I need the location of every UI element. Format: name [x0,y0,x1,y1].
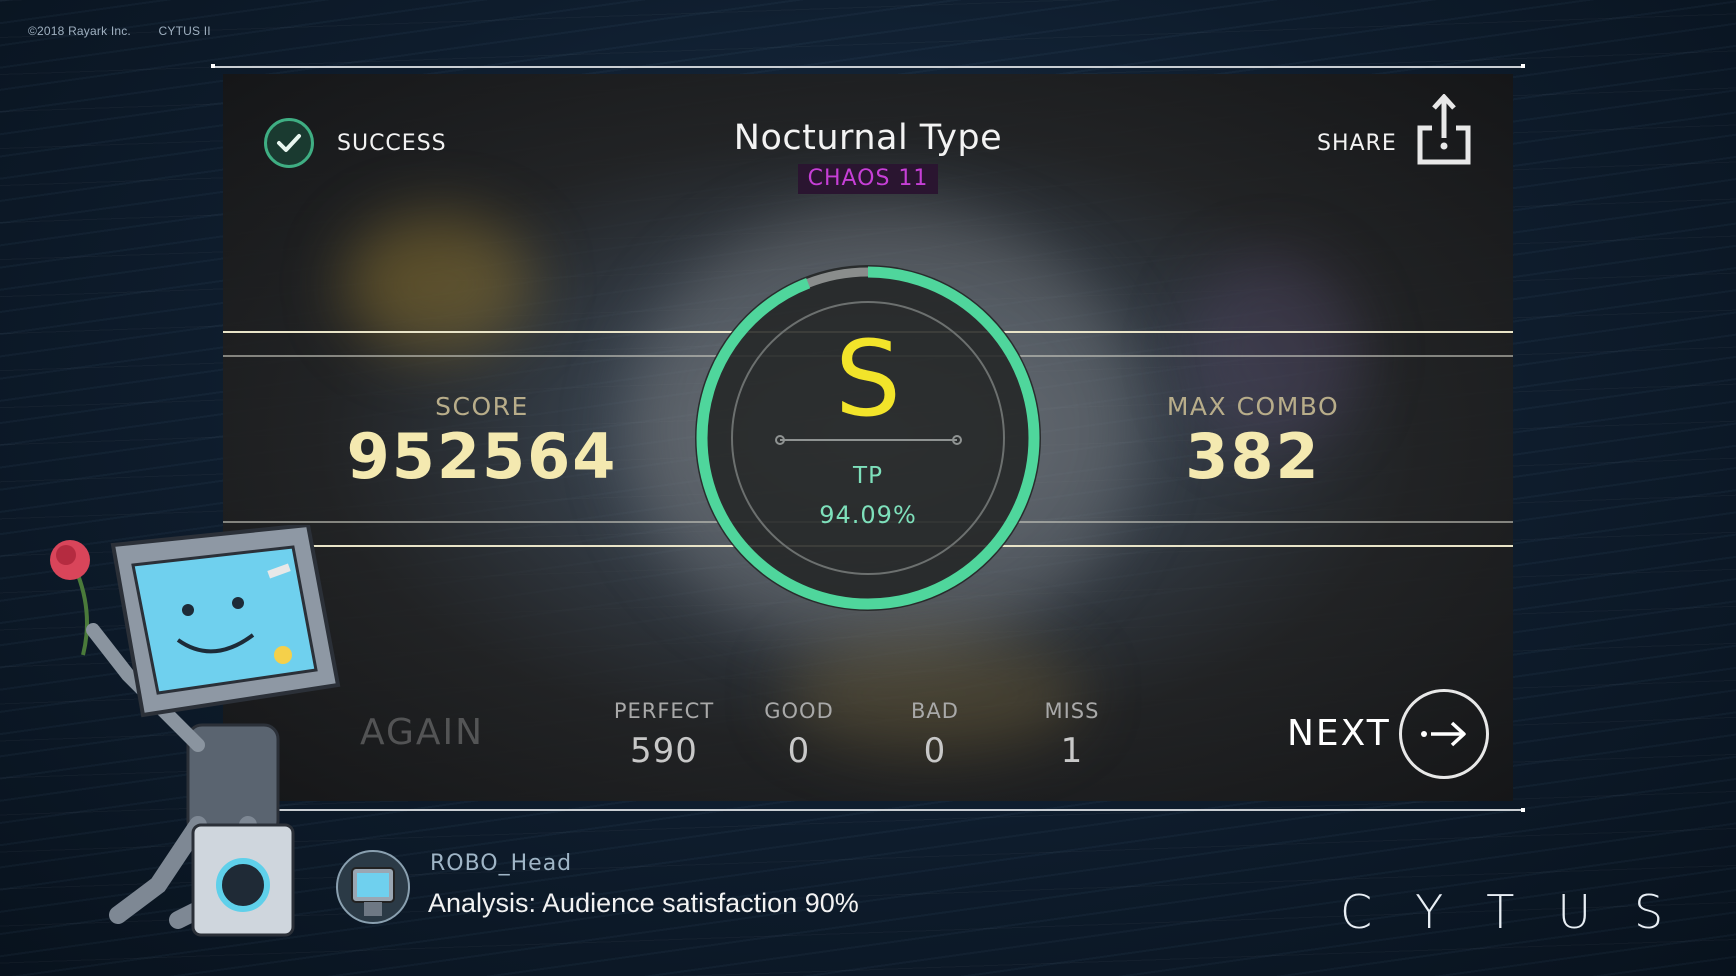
judgement-label: PERFECT [613,699,715,723]
speaker-avatar [336,850,410,924]
judgement-value: 1 [1060,731,1084,771]
dialog-message: Analysis: Audience satisfaction 90% [428,888,859,918]
logo-letter: S [1634,885,1664,939]
copyright-game: CYTUS II [158,24,211,38]
judgement-value: 0 [787,731,811,771]
judgement-good: GOOD 0 [739,699,859,771]
copyright-text: ©2018 Rayark Inc. CYTUS II [28,24,235,38]
logo-letter: Y [1415,885,1444,939]
logo-letter: T [1486,885,1515,939]
judgement-label: BAD [911,699,959,723]
song-title: Nocturnal Type [733,118,1003,158]
next-button[interactable] [1399,689,1489,779]
frame-dot [1521,64,1525,68]
difficulty-badge: CHAOS 11 [797,164,939,194]
judgement-label: MISS [1044,699,1100,723]
judgement-perfect: PERFECT 590 [604,699,724,771]
next-label[interactable]: NEXT [1287,713,1391,754]
frame-dot [211,64,215,68]
share-icon[interactable] [1414,94,1474,168]
cytus-logo: CYTUS [1340,885,1706,939]
frame-bottom-line [213,809,1523,811]
judgement-bad: BAD 0 [875,699,995,771]
share-label[interactable]: SHARE [1317,131,1397,156]
copyright-company: ©2018 Rayark Inc. [28,24,131,38]
frame-top-line [213,66,1523,68]
judgement-label: GOOD [764,699,834,723]
judgement-value: 590 [630,731,698,771]
judgement-value: 0 [923,731,947,771]
logo-letter: U [1557,885,1592,939]
frame-dot [1521,808,1525,812]
tp-label: TP [853,463,883,489]
arrow-right-icon [1421,721,1466,747]
speaker-name: ROBO_Head [430,851,573,876]
logo-letter: C [1340,885,1373,939]
grade-letter: S [834,318,901,440]
judgement-miss: MISS 1 [1012,699,1132,771]
